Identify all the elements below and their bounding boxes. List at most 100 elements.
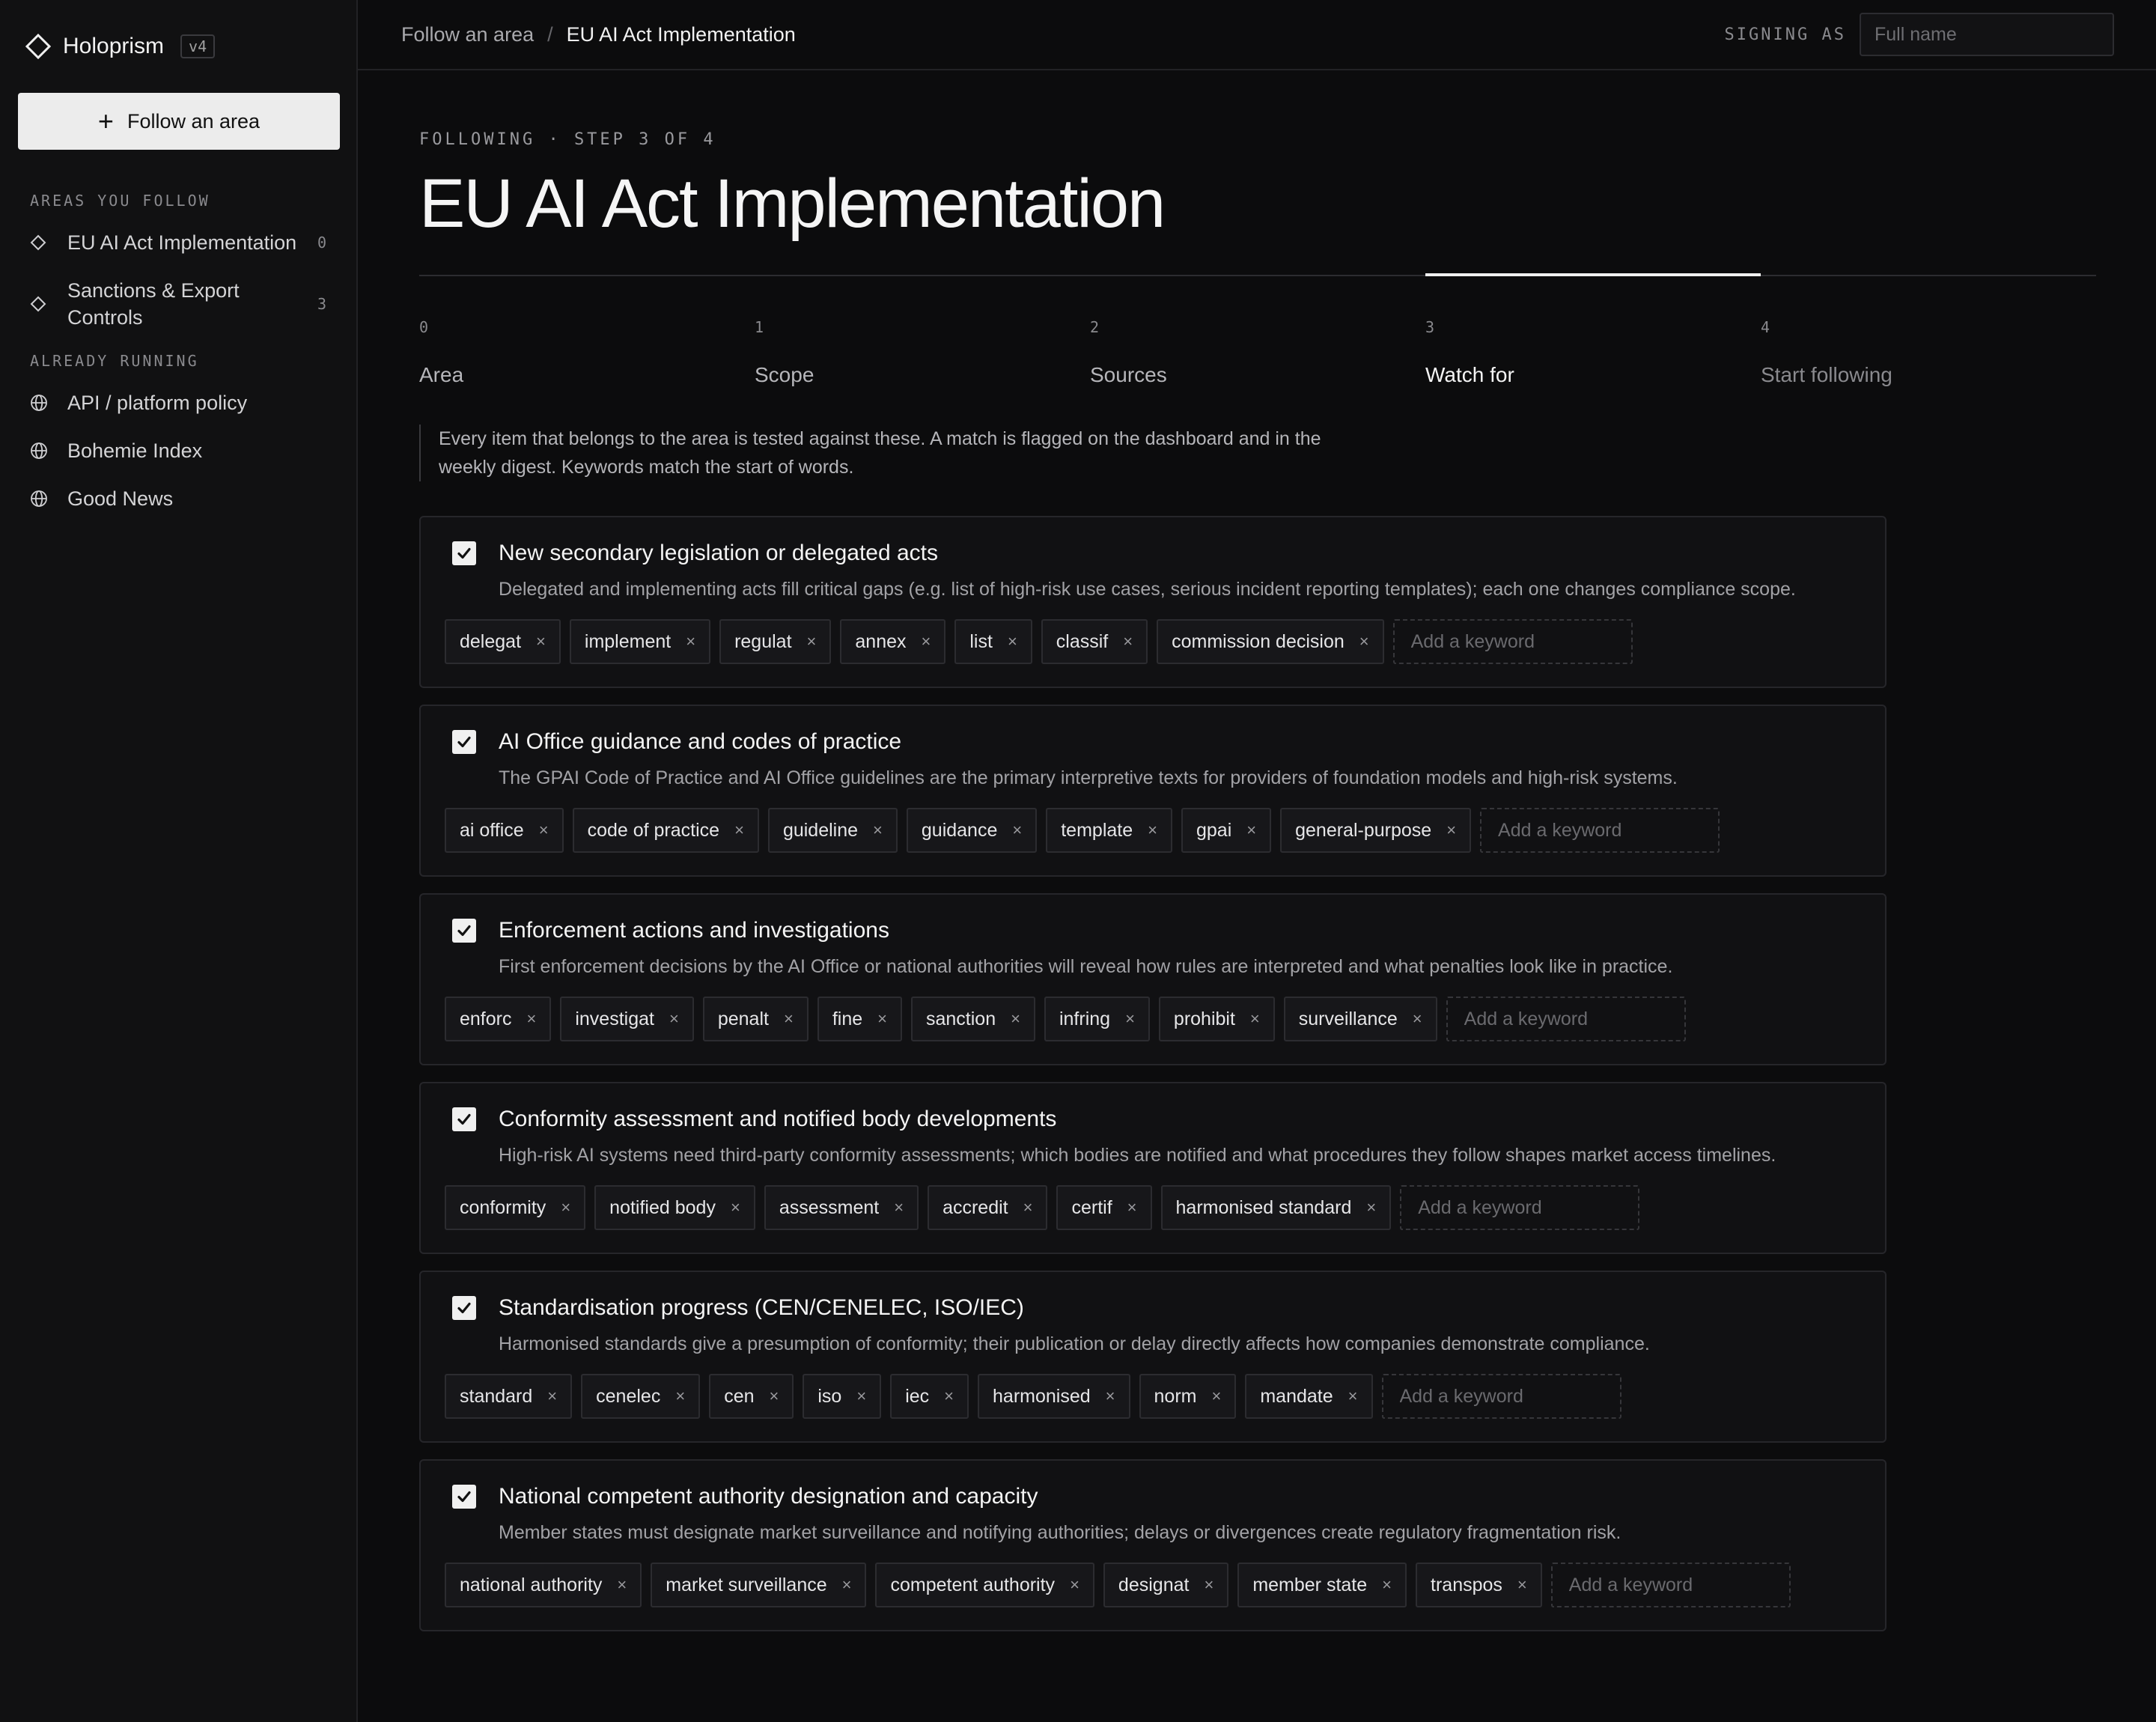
- plus-icon: +: [97, 106, 114, 136]
- topic-title: New secondary legislation or delegated a…: [499, 541, 939, 565]
- remove-keyword-icon[interactable]: ×: [675, 1387, 685, 1406]
- remove-keyword-icon[interactable]: ×: [1012, 821, 1022, 840]
- keyword-chip: implement ×: [569, 619, 711, 664]
- watch-topic-card: Standardisation progress (CEN/CENELEC, I…: [419, 1271, 1886, 1443]
- topic-checkbox[interactable]: [452, 1107, 476, 1131]
- keyword-label: annex: [855, 630, 907, 652]
- remove-keyword-icon[interactable]: ×: [877, 1009, 887, 1029]
- remove-keyword-icon[interactable]: ×: [1348, 1387, 1358, 1406]
- step-scope[interactable]: 1 Scope: [755, 318, 814, 387]
- remove-keyword-icon[interactable]: ×: [1204, 1575, 1213, 1595]
- remove-keyword-icon[interactable]: ×: [1011, 1009, 1020, 1029]
- keyword-label: surveillance: [1298, 1008, 1398, 1029]
- keyword-chip: list ×: [954, 619, 1032, 664]
- step-number: 2: [1090, 318, 1100, 336]
- active-step-indicator: [1425, 273, 1761, 276]
- keyword-label: commission decision: [1172, 630, 1345, 652]
- remove-keyword-icon[interactable]: ×: [734, 821, 744, 840]
- remove-keyword-icon[interactable]: ×: [1382, 1575, 1392, 1595]
- keyword-chip: member state ×: [1237, 1563, 1407, 1607]
- keyword-label: gpai: [1196, 819, 1232, 841]
- remove-keyword-icon[interactable]: ×: [1517, 1575, 1527, 1595]
- remove-keyword-icon[interactable]: ×: [1246, 821, 1256, 840]
- remove-keyword-icon[interactable]: ×: [922, 632, 931, 651]
- keyword-chip: commission decision ×: [1157, 619, 1384, 664]
- remove-keyword-icon[interactable]: ×: [1023, 1198, 1033, 1217]
- card-body: AI Office guidance and codes of practice…: [499, 728, 1861, 793]
- remove-keyword-icon[interactable]: ×: [856, 1387, 866, 1406]
- remove-keyword-icon[interactable]: ×: [669, 1009, 679, 1029]
- add-keyword-input[interactable]: [1550, 1563, 1791, 1607]
- remove-keyword-icon[interactable]: ×: [539, 821, 549, 840]
- keyword-chip: conformity ×: [445, 1185, 586, 1230]
- sidebar-item-bohemie-index[interactable]: Bohemie Index: [18, 437, 338, 464]
- full-name-input[interactable]: [1860, 13, 2114, 56]
- keyword-label: implement: [584, 630, 672, 652]
- topic-checkbox[interactable]: [452, 1485, 476, 1509]
- add-keyword-input[interactable]: [1446, 997, 1686, 1041]
- step-area[interactable]: 0 Area: [419, 318, 463, 387]
- remove-keyword-icon[interactable]: ×: [561, 1198, 570, 1217]
- remove-keyword-icon[interactable]: ×: [1211, 1387, 1221, 1406]
- remove-keyword-icon[interactable]: ×: [547, 1387, 557, 1406]
- version-badge: v4: [180, 34, 216, 58]
- keyword-label: iso: [817, 1385, 842, 1407]
- topic-checkbox[interactable]: [452, 541, 476, 565]
- wizard-content: FOLLOWING · STEP 3 OF 4 EU AI Act Implem…: [358, 130, 2156, 1631]
- remove-keyword-icon[interactable]: ×: [1366, 1198, 1376, 1217]
- diamond-icon: [30, 229, 49, 256]
- step-sources[interactable]: 2 Sources: [1090, 318, 1167, 387]
- remove-keyword-icon[interactable]: ×: [784, 1009, 794, 1029]
- add-keyword-input[interactable]: [1381, 1374, 1621, 1419]
- remove-keyword-icon[interactable]: ×: [807, 632, 817, 651]
- remove-keyword-icon[interactable]: ×: [894, 1198, 904, 1217]
- keyword-chip: surveillance ×: [1283, 997, 1437, 1041]
- remove-keyword-icon[interactable]: ×: [1123, 632, 1133, 651]
- add-keyword-input[interactable]: [1480, 808, 1720, 853]
- remove-keyword-icon[interactable]: ×: [686, 632, 695, 651]
- topic-checkbox[interactable]: [452, 1296, 476, 1320]
- remove-keyword-icon[interactable]: ×: [1008, 632, 1017, 651]
- main-content: Follow an area / EU AI Act Implementatio…: [358, 0, 2156, 1722]
- remove-keyword-icon[interactable]: ×: [731, 1198, 740, 1217]
- remove-keyword-icon[interactable]: ×: [526, 1009, 536, 1029]
- remove-keyword-icon[interactable]: ×: [617, 1575, 627, 1595]
- keyword-chip: guideline ×: [767, 808, 898, 853]
- topic-checkbox[interactable]: [452, 919, 476, 943]
- keyword-label: enforc: [460, 1008, 512, 1029]
- keyword-label: standard: [460, 1385, 533, 1407]
- keyword-label: mandate: [1260, 1385, 1333, 1407]
- sidebar-item-label: API / platform policy: [67, 392, 248, 414]
- stepper: 0 Area 1 Scope 2 Sources 3 Watch for 4 S…: [419, 273, 2096, 389]
- sidebar-item-sanctions[interactable]: Sanctions & Export Controls 3: [18, 277, 338, 331]
- remove-keyword-icon[interactable]: ×: [873, 821, 883, 840]
- remove-keyword-icon[interactable]: ×: [944, 1387, 954, 1406]
- keyword-label: classif: [1056, 630, 1109, 652]
- sidebar-item-eu-ai-act[interactable]: EU AI Act Implementation 0: [18, 229, 338, 256]
- remove-keyword-icon[interactable]: ×: [1250, 1009, 1260, 1029]
- follow-area-button[interactable]: + Follow an area: [18, 93, 340, 150]
- remove-keyword-icon[interactable]: ×: [1148, 821, 1157, 840]
- checkmark-icon: [456, 922, 472, 939]
- remove-keyword-icon[interactable]: ×: [1359, 632, 1369, 651]
- remove-keyword-icon[interactable]: ×: [536, 632, 546, 651]
- remove-keyword-icon[interactable]: ×: [770, 1387, 779, 1406]
- topic-description: Harmonised standards give a presumption …: [499, 1333, 1650, 1354]
- remove-keyword-icon[interactable]: ×: [1446, 821, 1456, 840]
- remove-keyword-icon[interactable]: ×: [1070, 1575, 1079, 1595]
- keyword-label: general-purpose: [1295, 819, 1432, 841]
- add-keyword-input[interactable]: [1400, 1185, 1640, 1230]
- keyword-chip: transpos ×: [1416, 1563, 1542, 1607]
- step-watch-for[interactable]: 3 Watch for: [1425, 318, 1514, 387]
- remove-keyword-icon[interactable]: ×: [1413, 1009, 1422, 1029]
- topic-checkbox[interactable]: [452, 730, 476, 754]
- remove-keyword-icon[interactable]: ×: [1106, 1387, 1115, 1406]
- sidebar-item-api-platform-policy[interactable]: API / platform policy: [18, 389, 338, 416]
- remove-keyword-icon[interactable]: ×: [842, 1575, 852, 1595]
- step-start-following[interactable]: 4 Start following: [1761, 318, 1892, 387]
- remove-keyword-icon[interactable]: ×: [1125, 1009, 1135, 1029]
- breadcrumb-parent-link[interactable]: Follow an area: [401, 23, 534, 46]
- remove-keyword-icon[interactable]: ×: [1127, 1198, 1137, 1217]
- add-keyword-input[interactable]: [1392, 619, 1633, 664]
- sidebar-item-good-news[interactable]: Good News: [18, 485, 338, 512]
